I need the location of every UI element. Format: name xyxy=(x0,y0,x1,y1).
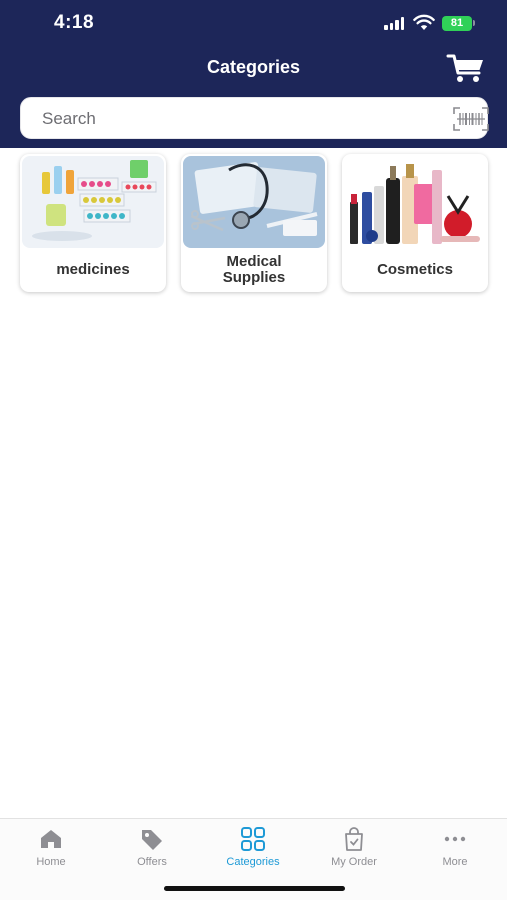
grid-icon xyxy=(241,827,265,851)
tab-more[interactable]: More xyxy=(415,827,495,875)
battery-icon: 81 xyxy=(442,16,472,31)
category-card-medical-supplies[interactable]: Medical Supplies xyxy=(181,154,327,292)
category-card-cosmetics[interactable]: Cosmetics xyxy=(342,154,488,292)
barcode-scan-icon[interactable] xyxy=(453,107,489,131)
category-label: Cosmetics xyxy=(377,261,453,278)
cellular-signal-icon xyxy=(384,17,404,30)
tab-home[interactable]: Home xyxy=(11,827,91,875)
shopping-bag-icon xyxy=(345,827,363,851)
medicines-image xyxy=(22,156,164,248)
more-dots-icon xyxy=(444,836,466,842)
wifi-icon xyxy=(413,14,435,30)
tab-label: My Order xyxy=(331,856,377,868)
home-icon xyxy=(41,830,61,848)
search-input[interactable]: Search xyxy=(20,97,489,139)
category-label: Medical Supplies xyxy=(222,253,286,286)
tab-categories[interactable]: Categories xyxy=(213,827,293,875)
app-header: 4:18 81 Categories Search xyxy=(0,0,507,148)
category-label: medicines xyxy=(56,261,130,278)
home-indicator xyxy=(164,886,345,891)
status-time: 4:18 xyxy=(54,12,95,33)
tab-offers[interactable]: Offers xyxy=(112,827,192,875)
tab-label: Offers xyxy=(137,856,167,868)
battery-tip xyxy=(473,20,475,26)
tab-label: More xyxy=(442,856,468,868)
category-card-medicines[interactable]: medicines xyxy=(20,154,166,292)
tab-label: Home xyxy=(36,856,66,868)
status-bar: 4:18 81 xyxy=(0,0,507,48)
tab-label: Categories xyxy=(226,856,280,868)
medical-supplies-image xyxy=(183,156,325,248)
tab-my-order[interactable]: My Order xyxy=(314,827,394,875)
search-placeholder: Search xyxy=(42,109,96,128)
tag-icon xyxy=(142,830,162,850)
cosmetics-image xyxy=(344,156,486,248)
cart-icon[interactable] xyxy=(446,52,486,84)
page-title: Categories xyxy=(206,57,301,77)
